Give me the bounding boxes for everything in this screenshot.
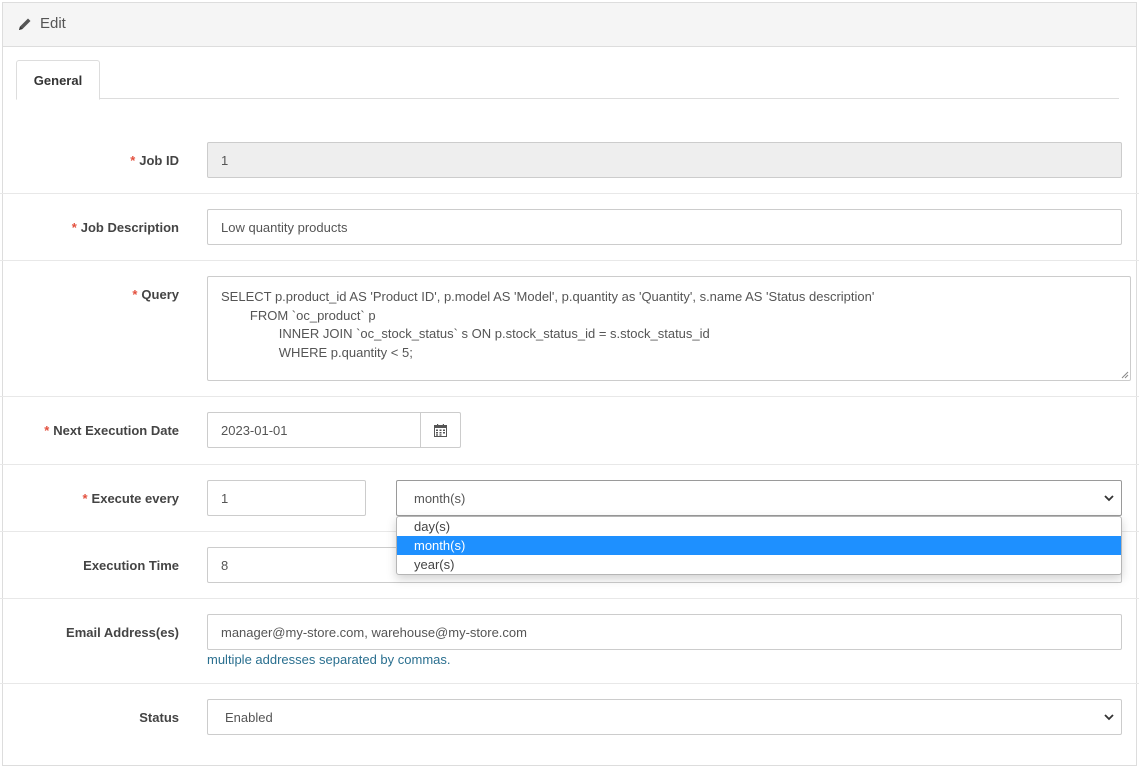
query-label: * Query <box>132 287 179 302</box>
job-id-field: 1 <box>207 142 1122 178</box>
calendar-button[interactable] <box>421 412 461 448</box>
required-marker: * <box>71 220 77 235</box>
execute-every-unit-select[interactable]: month(s) <box>396 480 1122 516</box>
resize-handle-icon[interactable] <box>1120 370 1129 379</box>
query-text: SELECT p.product_id AS 'Product ID', p.m… <box>221 289 875 360</box>
required-marker: * <box>132 287 138 302</box>
dropdown-option-month[interactable]: month(s) <box>397 536 1121 555</box>
row-divider <box>0 464 1139 465</box>
job-description-label: * Job Description <box>71 220 179 235</box>
execute-every-unit-dropdown: day(s) month(s) year(s) <box>396 516 1122 575</box>
tab-general[interactable]: General <box>16 60 100 100</box>
required-marker: * <box>130 153 136 168</box>
pencil-icon <box>19 18 31 30</box>
edit-panel: Edit <box>2 2 1137 766</box>
row-divider <box>0 598 1139 599</box>
chevron-down-icon <box>1104 714 1114 721</box>
calendar-icon <box>434 423 447 437</box>
status-select[interactable]: Enabled <box>207 699 1122 735</box>
tab-bar: General <box>16 60 1119 100</box>
email-addresses-label: Email Address(es) <box>66 625 179 640</box>
row-divider <box>0 396 1139 397</box>
panel-heading: Edit <box>3 3 1136 47</box>
status-label: Status <box>139 710 179 725</box>
email-addresses-input[interactable]: manager@my-store.com, warehouse@my-store… <box>207 614 1122 650</box>
job-id-label: * Job ID <box>130 153 179 168</box>
dropdown-option-day[interactable]: day(s) <box>397 517 1121 536</box>
execute-every-unit-value: month(s) <box>414 490 466 506</box>
job-description-input[interactable]: Low quantity products <box>207 209 1122 245</box>
email-help-text: multiple addresses separated by commas. <box>207 652 451 667</box>
status-value: Enabled <box>225 709 273 725</box>
chevron-down-icon <box>1104 495 1114 502</box>
required-marker: * <box>82 491 88 506</box>
next-execution-date-input[interactable]: 2023-01-01 <box>207 412 421 448</box>
next-execution-date-label: * Next Execution Date <box>44 423 179 438</box>
query-textarea[interactable]: SELECT p.product_id AS 'Product ID', p.m… <box>207 276 1131 381</box>
row-divider <box>0 683 1139 684</box>
execute-every-input[interactable]: 1 <box>207 480 366 516</box>
execution-time-label: Execution Time <box>83 558 179 573</box>
row-divider <box>0 193 1139 194</box>
execute-every-label: * Execute every <box>82 491 179 506</box>
row-divider <box>0 260 1139 261</box>
panel-title: Edit <box>40 15 66 32</box>
dropdown-option-year[interactable]: year(s) <box>397 555 1121 574</box>
required-marker: * <box>44 423 50 438</box>
